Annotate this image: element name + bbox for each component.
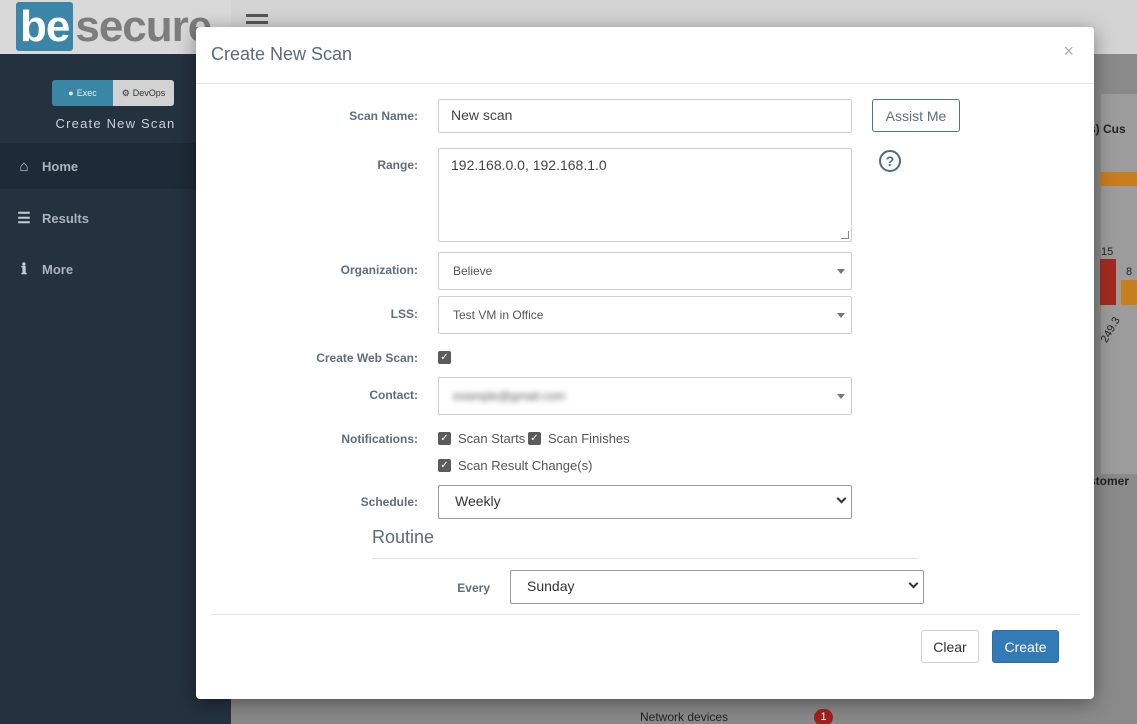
- sidebar-item-label: Results: [42, 210, 89, 226]
- range-value: 192.168.0.0, 192.168.1.0: [451, 157, 607, 173]
- background-bar-label: 15: [1101, 246, 1114, 258]
- network-devices-label: Network devices: [640, 710, 729, 724]
- create-button[interactable]: Create: [992, 630, 1059, 663]
- every-day-select[interactable]: Sunday: [510, 570, 924, 604]
- create-web-scan-checkbox[interactable]: ✓: [438, 351, 451, 364]
- help-icon[interactable]: ?: [879, 150, 901, 172]
- caret-down-icon: [837, 269, 845, 274]
- exec-mode-button[interactable]: ● Exec: [52, 80, 113, 106]
- list-icon: ☰: [17, 210, 31, 227]
- info-icon: ℹ: [21, 261, 27, 278]
- close-icon[interactable]: ×: [1063, 41, 1074, 62]
- schedule-value: Weekly: [455, 493, 501, 509]
- footer-divider: [211, 614, 1079, 615]
- modal-title: Create New Scan: [211, 44, 353, 64]
- create-web-scan-label: Create Web Scan:: [316, 351, 418, 365]
- sidebar-item-label: Home: [42, 158, 79, 174]
- create-scan-modal: Create New Scan × Scan Name: New scan As…: [196, 27, 1094, 699]
- pie-icon: ●: [68, 88, 74, 98]
- notifications-label: Notifications:: [341, 432, 418, 446]
- contact-label: Contact:: [369, 388, 418, 402]
- scan-name-label: Scan Name:: [349, 109, 418, 123]
- caret-down-icon: [837, 394, 845, 399]
- routine-section-title: Routine: [372, 527, 435, 547]
- background-bar-label: 8: [1126, 266, 1133, 278]
- schedule-select[interactable]: Weekly: [438, 485, 852, 519]
- background-card-title: stomer: [1089, 474, 1130, 488]
- scan-finishes-label: Scan Finishes: [548, 431, 630, 446]
- organization-label: Organization:: [340, 263, 418, 277]
- assist-me-button[interactable]: Assist Me: [872, 99, 960, 132]
- scan-finishes-checkbox[interactable]: ✓: [528, 432, 541, 445]
- background-bar: [1100, 172, 1137, 186]
- scan-name-input[interactable]: New scan: [438, 99, 852, 133]
- schedule-label: Schedule:: [360, 495, 418, 509]
- contact-value: example@gmail.com: [453, 389, 566, 403]
- contact-select[interactable]: example@gmail.com: [438, 377, 852, 415]
- logo: be secure: [16, 2, 212, 52]
- range-label: Range:: [377, 158, 418, 172]
- lss-label: LSS:: [390, 307, 418, 321]
- scan-starts-checkbox[interactable]: ✓: [438, 432, 451, 445]
- lss-value: Test VM in Office: [453, 308, 544, 322]
- sidebar-item-label: More: [42, 261, 74, 277]
- background-bar: [1121, 280, 1137, 305]
- lss-select[interactable]: Test VM in Office: [438, 296, 852, 334]
- scan-starts-label: Scan Starts: [458, 431, 526, 446]
- scan-result-change-checkbox[interactable]: ✓: [438, 459, 451, 472]
- section-divider: [372, 558, 918, 559]
- mode-toggle: ● Exec ⚙ DevOps: [52, 80, 174, 106]
- caret-down-icon: [837, 313, 845, 318]
- network-devices-count-badge: 1: [814, 709, 833, 724]
- gears-icon: ⚙: [121, 87, 130, 98]
- resize-handle-icon[interactable]: [841, 231, 849, 239]
- organization-value: Believe: [453, 264, 493, 278]
- range-textarea[interactable]: 192.168.0.0, 192.168.1.0: [438, 148, 852, 242]
- clear-button[interactable]: Clear: [921, 630, 979, 663]
- background-bar: [1100, 259, 1116, 305]
- scan-result-change-label: Scan Result Change(s): [458, 458, 593, 473]
- every-label: Every: [457, 581, 490, 595]
- devops-mode-button[interactable]: ⚙ DevOps: [113, 80, 174, 106]
- chevron-down-icon: [908, 578, 919, 589]
- modal-header: Create New Scan ×: [196, 27, 1094, 84]
- home-icon: ⌂: [19, 157, 29, 175]
- organization-select[interactable]: Believe: [438, 252, 852, 290]
- every-day-value: Sunday: [527, 578, 575, 594]
- chevron-down-icon: [836, 493, 847, 504]
